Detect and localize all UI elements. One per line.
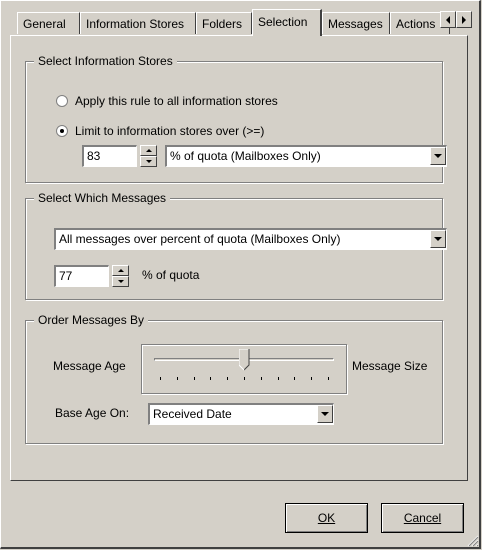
radio-all-stores-label: Apply this rule to all information store…	[75, 94, 278, 108]
message-criteria-dropdown[interactable]: All messages over percent of quota (Mail…	[54, 228, 447, 250]
radio-limit-stores[interactable]: Limit to information stores over (>=)	[56, 124, 264, 138]
slider-tick	[294, 377, 295, 380]
spin-up-button[interactable]	[112, 265, 129, 276]
arrow-left-icon	[446, 15, 450, 24]
resize-grip-icon[interactable]	[467, 535, 479, 547]
tab-messages[interactable]: Messages	[322, 12, 390, 34]
message-size-label: Message Size	[352, 359, 428, 373]
slider-tick	[177, 377, 178, 380]
spin-up-button[interactable]	[140, 145, 157, 156]
radio-button-checked-icon	[56, 125, 68, 137]
arrow-down-icon	[117, 280, 124, 283]
arrow-up-icon	[145, 149, 152, 152]
base-age-label: Base Age On:	[55, 406, 130, 420]
chevron-down-icon	[434, 237, 442, 241]
dropdown-button[interactable]	[430, 230, 446, 248]
tab-scroll-left-button[interactable]	[440, 11, 456, 28]
slider-tick	[244, 377, 245, 380]
arrow-right-icon	[462, 15, 466, 24]
tab-information-stores[interactable]: Information Stores	[80, 12, 196, 34]
slider-tick	[261, 377, 262, 380]
slider-tick	[194, 377, 195, 380]
percent-spinner[interactable]	[112, 265, 129, 287]
group-legend: Select Which Messages	[34, 191, 171, 205]
quota-type-value: % of quota (Mailboxes Only)	[170, 149, 321, 163]
threshold-input[interactable]: 83	[82, 145, 137, 167]
base-age-value: Received Date	[153, 407, 232, 421]
dropdown-button[interactable]	[430, 147, 446, 165]
slider-tick	[210, 377, 211, 380]
spin-down-button[interactable]	[140, 156, 157, 167]
cancel-button-label: Cancel	[403, 511, 442, 525]
group-legend: Select Information Stores	[34, 54, 177, 68]
ok-button-label: OK	[317, 511, 336, 525]
tab-scroll-right-button[interactable]	[456, 11, 472, 28]
message-criteria-value: All messages over percent of quota (Mail…	[59, 232, 341, 246]
tab-strip: General Information Stores Folders Selec…	[17, 9, 457, 36]
spin-down-button[interactable]	[112, 276, 129, 287]
cancel-button[interactable]: Cancel	[381, 503, 464, 533]
radio-button-icon	[56, 95, 68, 107]
percent-input[interactable]: 77	[54, 265, 109, 287]
threshold-spinner[interactable]	[140, 145, 157, 167]
dropdown-button[interactable]	[317, 405, 333, 423]
tab-general[interactable]: General	[17, 12, 80, 34]
message-age-label: Message Age	[53, 359, 126, 373]
arrow-up-icon	[117, 269, 124, 272]
base-age-dropdown[interactable]: Received Date	[148, 403, 334, 425]
slider-tick	[278, 377, 279, 380]
order-slider[interactable]	[141, 344, 347, 394]
slider-tick	[160, 377, 161, 380]
quota-type-dropdown[interactable]: % of quota (Mailboxes Only)	[165, 145, 447, 167]
radio-limit-stores-label: Limit to information stores over (>=)	[75, 124, 265, 138]
slider-thumb[interactable]	[239, 349, 250, 371]
group-legend: Order Messages By	[34, 313, 149, 327]
radio-all-stores[interactable]: Apply this rule to all information store…	[56, 94, 278, 108]
ok-button[interactable]: OK	[285, 503, 368, 533]
percent-of-quota-label: % of quota	[142, 268, 200, 282]
tab-selection[interactable]: Selection	[252, 9, 322, 36]
slider-tick	[328, 377, 329, 380]
chevron-down-icon	[321, 412, 329, 416]
arrow-down-icon	[145, 160, 152, 163]
slider-tick	[227, 377, 228, 380]
slider-tick	[311, 377, 312, 380]
tab-folders[interactable]: Folders	[196, 12, 252, 34]
chevron-down-icon	[434, 154, 442, 158]
